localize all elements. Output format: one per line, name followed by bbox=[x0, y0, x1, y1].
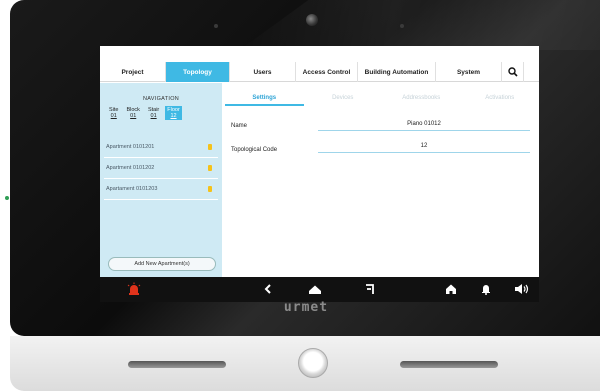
speaker-slot-right bbox=[400, 361, 498, 368]
exit-icon[interactable] bbox=[365, 283, 375, 295]
light-sensor bbox=[400, 24, 404, 28]
list-item[interactable]: Apartament 0101203 bbox=[104, 179, 218, 200]
name-field[interactable]: Piano 01012 bbox=[318, 121, 530, 131]
tab-access-control[interactable]: Access Control bbox=[296, 62, 358, 82]
crumb-block[interactable]: Block 01 bbox=[124, 106, 141, 120]
brand-logo: urmet bbox=[283, 300, 329, 315]
list-item[interactable]: Apartment 0101202 bbox=[104, 158, 218, 179]
tab-building-automation[interactable]: Building Automation bbox=[358, 62, 436, 82]
navigation-panel: NAVIGATION Site 01 Block 01 Stair 01 Flo… bbox=[100, 83, 222, 277]
status-led bbox=[5, 196, 9, 200]
breadcrumb: Site 01 Block 01 Stair 01 Floor 12 bbox=[107, 106, 182, 120]
crumb-site-value: 01 bbox=[110, 113, 117, 119]
device-lower-panel bbox=[10, 336, 600, 391]
subtab-bar: Settings Devices Addressbooks Activation… bbox=[225, 93, 539, 106]
alarm-icon[interactable] bbox=[127, 282, 141, 296]
lock-icon bbox=[208, 165, 212, 171]
topological-code-label: Topological Code bbox=[231, 147, 278, 153]
speaker-slot-left bbox=[128, 361, 226, 368]
house-icon[interactable] bbox=[445, 283, 457, 295]
tab-users[interactable]: Users bbox=[230, 62, 296, 82]
apartment-label: Apartment 0101202 bbox=[106, 165, 155, 171]
tab-project[interactable]: Project bbox=[100, 62, 166, 82]
subtab-settings[interactable]: Settings bbox=[225, 93, 304, 106]
lock-icon bbox=[208, 186, 212, 192]
device-frame: Project Topology Users Access Control Bu… bbox=[10, 0, 600, 391]
back-icon[interactable] bbox=[264, 284, 272, 294]
navigation-title: NAVIGATION bbox=[142, 96, 180, 102]
search-button[interactable] bbox=[502, 62, 524, 82]
name-label: Name bbox=[231, 123, 248, 129]
crumb-stair[interactable]: Stair 01 bbox=[146, 106, 161, 120]
camera-icon bbox=[306, 14, 318, 26]
proximity-sensor bbox=[214, 24, 218, 28]
search-icon bbox=[507, 67, 518, 77]
touch-screen: Project Topology Users Access Control Bu… bbox=[100, 46, 539, 302]
bell-icon[interactable] bbox=[481, 283, 491, 295]
home-cloud-icon[interactable] bbox=[308, 284, 322, 295]
tab-topology[interactable]: Topology bbox=[166, 62, 230, 82]
subtab-devices[interactable]: Devices bbox=[304, 93, 383, 106]
list-item[interactable]: Apartment 0101201 bbox=[104, 137, 218, 158]
add-apartment-button[interactable]: Add New Apartment(s) bbox=[108, 257, 216, 271]
home-button[interactable] bbox=[298, 348, 328, 378]
bottom-bar bbox=[100, 277, 539, 302]
topological-code-field[interactable]: 12 bbox=[318, 143, 530, 153]
lock-icon bbox=[208, 144, 212, 150]
crumb-floor[interactable]: Floor 12 bbox=[165, 106, 182, 120]
apartment-label: Apartament 0101203 bbox=[106, 186, 158, 192]
crumb-site[interactable]: Site 01 bbox=[107, 106, 120, 120]
crumb-floor-value: 12 bbox=[170, 113, 177, 119]
apartment-list: Apartment 0101201 Apartment 0101202 Apar… bbox=[104, 137, 218, 200]
top-navigation: Project Topology Users Access Control Bu… bbox=[100, 62, 539, 82]
crumb-block-value: 01 bbox=[130, 113, 137, 119]
apartment-label: Apartment 0101201 bbox=[106, 144, 155, 150]
tab-system[interactable]: System bbox=[436, 62, 502, 82]
volume-icon[interactable] bbox=[514, 283, 530, 295]
crumb-stair-value: 01 bbox=[150, 113, 157, 119]
subtab-addressbooks[interactable]: Addressbooks bbox=[382, 93, 461, 106]
subtab-activations[interactable]: Activations bbox=[461, 93, 540, 106]
